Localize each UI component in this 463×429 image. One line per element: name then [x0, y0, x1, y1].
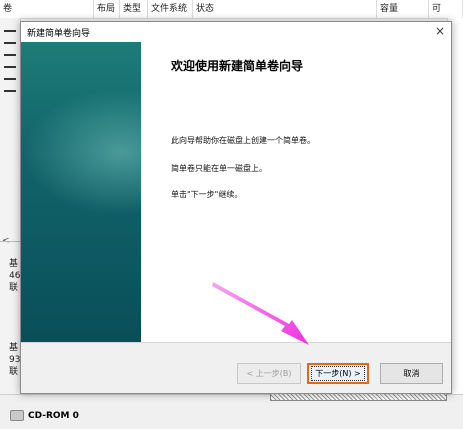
cancel-button-label: 取消	[403, 369, 420, 378]
disk-2-status: 联	[9, 367, 19, 377]
back-button-label: < 上一步(B)	[246, 369, 292, 378]
dialog-titlebar[interactable]: 新建简单卷向导 ×	[21, 22, 451, 42]
unallocated-hatch[interactable]	[270, 393, 447, 401]
column-header-status[interactable]: 状态	[193, 0, 377, 18]
wizard-instruction: 单击"下一步"继续。	[171, 190, 243, 199]
disk-1-status: 联	[9, 283, 19, 293]
wizard-note: 简单卷只能在单一磁盘上。	[171, 164, 267, 173]
wizard-heading: 欢迎使用新建简单卷向导	[171, 59, 304, 73]
volume-row-marker[interactable]	[4, 78, 16, 80]
footer-divider	[21, 342, 451, 343]
divider	[0, 241, 20, 242]
cdrom-label-text: CD-ROM 0	[28, 410, 79, 421]
disk-1-type: 基	[9, 259, 19, 269]
volume-row-marker[interactable]	[4, 90, 16, 92]
volume-row-marker[interactable]	[4, 30, 16, 32]
wizard-content: 欢迎使用新建简单卷向导 此向导帮助你在磁盘上创建一个简单卷。 简单卷只能在单一磁…	[21, 42, 451, 342]
next-button-label: 下一步(N) >	[311, 366, 365, 381]
disk-2-type: 基	[9, 343, 19, 353]
volume-row-marker[interactable]	[4, 54, 16, 56]
volume-list-header: 卷 布局 类型 文件系统 状态 容量 可	[0, 0, 463, 19]
wizard-side-graphic	[21, 42, 141, 342]
back-button[interactable]: < 上一步(B)	[237, 363, 301, 384]
column-header-free[interactable]: 可	[429, 0, 463, 18]
volume-row-marker[interactable]	[4, 42, 16, 44]
volume-row-marker[interactable]	[4, 66, 16, 68]
cdrom-disk-label[interactable]: CD-ROM 0	[10, 410, 79, 421]
close-icon[interactable]: ×	[435, 24, 445, 38]
wizard-description: 此向导帮助你在磁盘上创建一个简单卷。	[171, 136, 315, 145]
column-header-filesystem[interactable]: 文件系统	[148, 0, 193, 18]
column-header-volume[interactable]: 卷	[0, 0, 94, 18]
dialog-title: 新建简单卷向导	[27, 29, 91, 39]
cdrom-icon	[10, 410, 24, 421]
disk-1-label[interactable]: 基 46 联	[9, 258, 20, 294]
disk-1-size: 46	[9, 271, 21, 281]
disk-2-size: 93	[9, 355, 21, 365]
column-header-capacity[interactable]: 容量	[377, 0, 429, 18]
next-button[interactable]: 下一步(N) >	[307, 363, 369, 384]
cancel-button[interactable]: 取消	[380, 363, 443, 384]
disk-2-label[interactable]: 基 93 联	[9, 342, 20, 378]
new-simple-volume-wizard: 新建简单卷向导 × 欢迎使用新建简单卷向导 此向导帮助你在磁盘上创建一个简单卷。…	[20, 21, 452, 394]
column-header-type[interactable]: 类型	[120, 0, 148, 18]
column-header-layout[interactable]: 布局	[94, 0, 120, 18]
